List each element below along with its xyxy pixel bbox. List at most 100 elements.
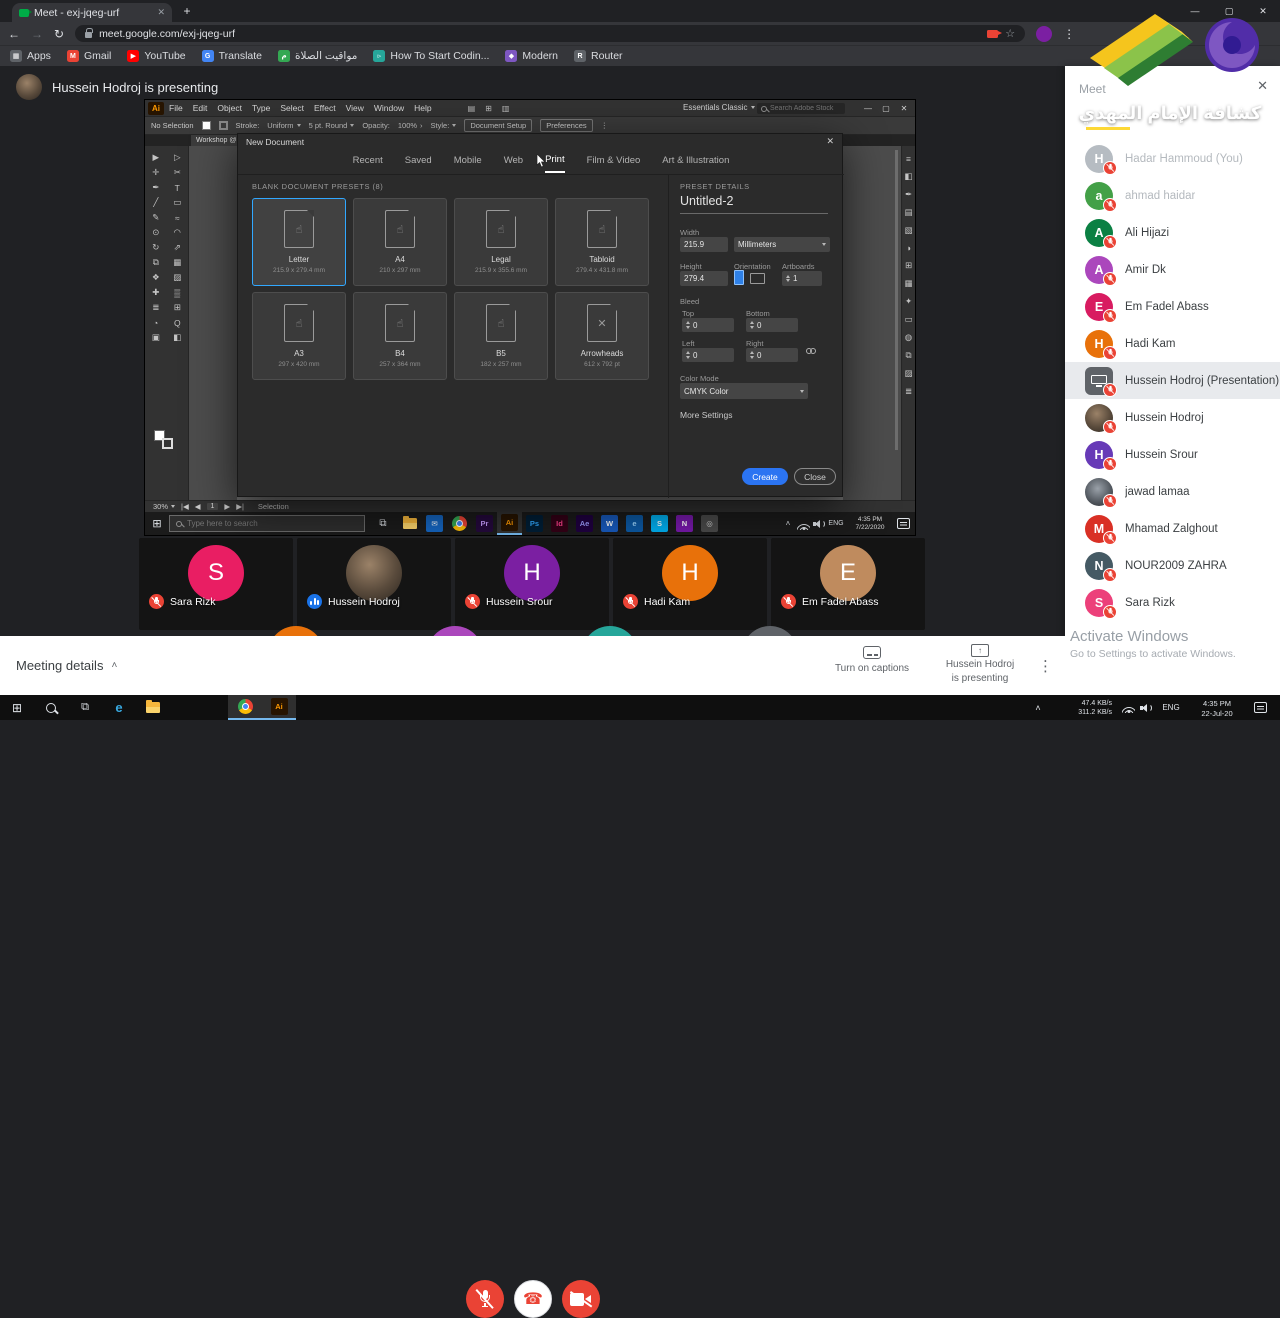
mic-button-muted[interactable]: [466, 1280, 504, 1318]
app-maximize-button[interactable]: ▢: [877, 101, 895, 116]
participant-row[interactable]: AAmir Dk: [1065, 251, 1280, 288]
dialog-tab-active[interactable]: Print: [545, 148, 565, 173]
panel-icon[interactable]: ▧: [904, 225, 912, 236]
vertical-scrollbar[interactable]: [895, 150, 898, 450]
panel-icon[interactable]: ⊞: [905, 260, 912, 271]
taskbar-app-word[interactable]: W: [597, 512, 622, 535]
spin-up-icon[interactable]: [686, 351, 690, 354]
tool-icon[interactable]: ✎: [145, 211, 167, 224]
more-settings-link[interactable]: More Settings: [680, 410, 732, 420]
taskbar-app-edge[interactable]: e: [102, 695, 136, 720]
camera-button-off[interactable]: [562, 1280, 600, 1318]
spin-down-icon[interactable]: [686, 326, 690, 329]
task-view-button[interactable]: ⧉: [371, 512, 395, 535]
artboards-stepper[interactable]: 1: [782, 271, 822, 286]
tool-icon[interactable]: ✛: [145, 166, 167, 179]
taskbar-app-photoshop[interactable]: Ps: [522, 512, 547, 535]
menu-item[interactable]: Help: [409, 103, 436, 113]
stroke-weight-dropdown[interactable]: Uniform: [267, 121, 300, 130]
menu-item[interactable]: Edit: [188, 103, 213, 113]
orientation-landscape-button[interactable]: [750, 273, 765, 284]
bookmark-item[interactable]: MGmail: [67, 50, 111, 62]
stroke-swatch[interactable]: [219, 121, 228, 130]
bleed-bottom-stepper[interactable]: 0: [746, 318, 798, 332]
tool-icon[interactable]: ╱: [145, 196, 167, 209]
last-artboard-button[interactable]: ▶|: [236, 502, 244, 511]
tool-icon[interactable]: ⧉: [145, 256, 167, 269]
filmstrip-tile[interactable]: Hussein Hodroj: [297, 538, 451, 630]
start-button[interactable]: ⊞: [0, 695, 34, 720]
language-indicator[interactable]: ENG: [1158, 695, 1184, 720]
panel-icon[interactable]: ▤: [904, 207, 912, 218]
panel-icon[interactable]: ▨: [904, 368, 912, 379]
unit-select[interactable]: Millimeters: [734, 237, 830, 252]
document-setup-button[interactable]: Document Setup: [464, 119, 532, 132]
preset-card[interactable]: ☝Tabloid279.4 x 431.8 mm: [555, 198, 649, 286]
bookmark-item[interactable]: ممواقيت الصلاة: [278, 50, 357, 62]
layout-icon[interactable]: ▥: [497, 104, 515, 113]
more-options-button[interactable]: ⋮: [1038, 636, 1053, 695]
panel-icon[interactable]: ◑: [906, 243, 911, 253]
panel-icon[interactable]: ≣: [905, 386, 912, 397]
artboard-number-field[interactable]: 1: [207, 503, 219, 510]
bookmark-star-icon[interactable]: ☆: [1005, 27, 1015, 40]
wifi-icon[interactable]: [797, 520, 810, 530]
dialog-tab[interactable]: Saved: [405, 149, 432, 172]
panel-icon[interactable]: ✒: [905, 189, 912, 200]
volume-icon[interactable]: [1140, 703, 1152, 713]
panel-icon[interactable]: ⧉: [905, 350, 911, 361]
zoom-dropdown[interactable]: 30%: [153, 502, 175, 511]
panel-icon[interactable]: ◍: [905, 332, 912, 343]
dialog-tab[interactable]: Mobile: [454, 149, 482, 172]
spin-down-icon[interactable]: [786, 279, 790, 282]
taskbar-app-onenote[interactable]: N: [672, 512, 697, 535]
participant-row[interactable]: NNOUR2009 ZAHRA: [1065, 547, 1280, 584]
hangup-button[interactable]: ☎: [514, 1280, 552, 1318]
tool-icon[interactable]: ⊞: [167, 301, 189, 314]
tool-icon[interactable]: ◠: [167, 226, 189, 239]
bleed-top-stepper[interactable]: 0: [682, 318, 734, 332]
orientation-portrait-button[interactable]: [734, 270, 744, 285]
filmstrip-tile[interactable]: S Sara Rizk: [139, 538, 293, 630]
menu-item[interactable]: File: [164, 103, 188, 113]
tool-icon[interactable]: Q: [167, 316, 189, 329]
taskbar-app-settings[interactable]: ◎: [697, 512, 722, 535]
tool-icon[interactable]: ▣: [145, 331, 167, 344]
taskbar-app-skype[interactable]: S: [647, 512, 672, 535]
spin-down-icon[interactable]: [686, 356, 690, 359]
participant-row[interactable]: EEm Fadel Abass: [1065, 288, 1280, 325]
filmstrip-tile[interactable]: H Hussein Srour: [455, 538, 609, 630]
close-button[interactable]: Close: [794, 468, 836, 485]
taskbar-app-edge[interactable]: e: [622, 512, 647, 535]
width-input[interactable]: 215.9: [680, 237, 728, 252]
spin-up-icon[interactable]: [786, 275, 790, 278]
preset-card[interactable]: ☝B4257 x 364 mm: [353, 292, 447, 380]
first-artboard-button[interactable]: |◀: [181, 502, 189, 511]
volume-icon[interactable]: [813, 519, 825, 529]
browser-tab[interactable]: Meet - exj-jqeg-urf ✕: [12, 3, 172, 22]
menu-item[interactable]: View: [341, 103, 369, 113]
participant-row[interactable]: aahmad haidar: [1065, 177, 1280, 214]
panel-icon[interactable]: ✦: [905, 296, 912, 307]
participant-row[interactable]: HHussein Srour: [1065, 436, 1280, 473]
panel-icon[interactable]: ▭: [904, 314, 912, 325]
brush-dropdown[interactable]: 5 pt. Round: [309, 121, 355, 130]
bleed-left-stepper[interactable]: 0: [682, 348, 734, 362]
color-mode-select[interactable]: CMYK Color: [680, 383, 808, 399]
tool-icon[interactable]: ▦: [167, 256, 189, 269]
preset-card[interactable]: ☝A3297 x 420 mm: [252, 292, 346, 380]
fill-swatch[interactable]: [202, 121, 211, 130]
menu-item[interactable]: Object: [212, 103, 247, 113]
bleed-right-stepper[interactable]: 0: [746, 348, 798, 362]
create-button[interactable]: Create: [742, 468, 788, 485]
stock-search-input[interactable]: [770, 105, 840, 112]
tool-icon[interactable]: ◔: [145, 316, 167, 329]
bookmark-item[interactable]: RRouter: [574, 50, 623, 62]
dialog-tab[interactable]: Film & Video: [587, 149, 641, 172]
new-tab-button[interactable]: +: [178, 2, 196, 20]
height-input[interactable]: 279.4: [680, 271, 728, 286]
menu-item[interactable]: Type: [247, 103, 275, 113]
wifi-icon[interactable]: [1122, 703, 1135, 713]
participant-row-presentation[interactable]: Hussein Hodroj (Presentation): [1065, 362, 1280, 399]
preset-card[interactable]: ☝Letter215.9 x 279.4 mm: [252, 198, 346, 286]
